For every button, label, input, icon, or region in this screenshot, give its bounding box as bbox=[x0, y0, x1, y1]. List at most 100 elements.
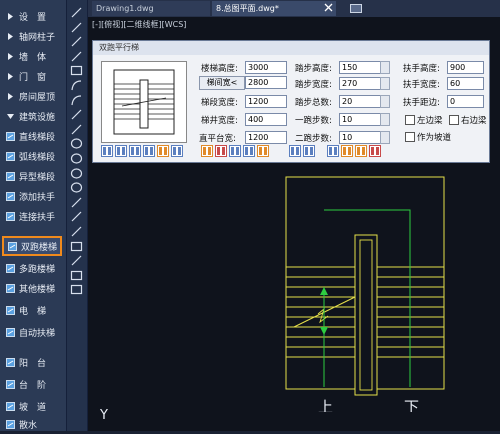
well-width-label: 梯井宽度: bbox=[201, 116, 238, 126]
step-count-spinner[interactable] bbox=[380, 95, 390, 108]
sidebar-item[interactable]: 双跑楼梯 bbox=[2, 236, 62, 256]
stairwell-width-pick-button[interactable]: 梯间宽< bbox=[199, 76, 245, 90]
sidebar-item[interactable]: 直线梯段 bbox=[2, 126, 62, 146]
first-flight-steps-spinner[interactable] bbox=[380, 113, 390, 126]
stair-style-icon[interactable] bbox=[341, 145, 353, 157]
sidebar-item[interactable]: 添加扶手 bbox=[2, 186, 62, 206]
step-height-spinner[interactable] bbox=[380, 61, 390, 74]
stair-style-icon[interactable] bbox=[215, 145, 227, 157]
stair-height-input[interactable]: 3000 bbox=[245, 61, 287, 74]
sidebar-item-label: 自动扶梯 bbox=[19, 328, 56, 339]
image-tool-icon[interactable] bbox=[70, 283, 83, 296]
landing-width-input[interactable]: 1200 bbox=[245, 131, 287, 144]
line-tool-icon[interactable] bbox=[70, 21, 83, 34]
sidebar-item[interactable]: 门 窗 bbox=[2, 66, 62, 86]
flight-width-input[interactable]: 1200 bbox=[245, 95, 287, 108]
gradient-tool-icon[interactable] bbox=[70, 254, 83, 267]
close-icon[interactable] bbox=[324, 3, 333, 12]
handrail-offset-input[interactable]: 0 bbox=[447, 95, 484, 108]
handrail-width-input[interactable]: 60 bbox=[447, 77, 484, 90]
ramp-checkbox[interactable] bbox=[405, 132, 415, 142]
stair-style-icon[interactable] bbox=[157, 145, 169, 157]
stair-style-icon[interactable] bbox=[171, 145, 183, 157]
step-height-input[interactable]: 150 bbox=[339, 61, 381, 74]
stair-style-icon[interactable] bbox=[229, 145, 241, 157]
circle-tool-icon[interactable] bbox=[70, 167, 83, 180]
new-tab-icon[interactable] bbox=[350, 3, 362, 13]
stair-style-icon[interactable] bbox=[327, 145, 339, 157]
table-tool-icon[interactable] bbox=[70, 269, 83, 282]
arc-tool-icon[interactable] bbox=[70, 79, 83, 92]
right-beam-checkbox[interactable] bbox=[449, 115, 459, 125]
hatch-tool-icon[interactable] bbox=[70, 240, 83, 253]
stair-style-icon[interactable] bbox=[243, 145, 255, 157]
first-flight-steps-input[interactable]: 10 bbox=[339, 113, 381, 126]
right-beam-label: 右边梁 bbox=[461, 116, 487, 126]
sidebar-item[interactable]: 房间屋顶 bbox=[2, 86, 62, 106]
stair-style-icon[interactable] bbox=[143, 145, 155, 157]
stair-style-icon[interactable] bbox=[369, 145, 381, 157]
stair-style-icon[interactable] bbox=[257, 145, 269, 157]
stair-style-icon[interactable] bbox=[101, 145, 113, 157]
sidebar-item-label: 连接扶手 bbox=[19, 212, 56, 223]
sidebar-item-label: 坡 道 bbox=[19, 402, 47, 413]
sidebar-item[interactable]: 轴网柱子 bbox=[2, 26, 62, 46]
sidebar-item[interactable]: 阳 台 bbox=[2, 352, 62, 372]
sidebar-item[interactable]: 设 置 bbox=[2, 6, 62, 26]
sidebar-item[interactable]: 台 阶 bbox=[2, 374, 62, 394]
down-arrowhead-icon bbox=[320, 327, 328, 335]
stair-plan-drawing[interactable]: 上 下 bbox=[280, 172, 450, 416]
left-beam-checkbox[interactable] bbox=[405, 115, 415, 125]
tab-active-drawing[interactable]: 8.总图平面.dwg* bbox=[212, 1, 336, 16]
stair-icon bbox=[6, 263, 15, 273]
stair-style-icon[interactable] bbox=[201, 145, 213, 157]
stair-style-icon[interactable] bbox=[355, 145, 367, 157]
second-flight-steps-spinner[interactable] bbox=[380, 131, 390, 144]
arc-tool-icon[interactable] bbox=[70, 94, 83, 107]
insert-block-tool-icon[interactable] bbox=[70, 196, 83, 209]
well-width-input[interactable]: 400 bbox=[245, 113, 287, 126]
sidebar-item[interactable]: 连接扶手 bbox=[2, 206, 62, 226]
sidebar-item[interactable]: 墙 体 bbox=[2, 46, 62, 66]
circle-tool-icon[interactable] bbox=[70, 181, 83, 194]
polygon-tool-icon[interactable] bbox=[70, 50, 83, 63]
sidebar-item[interactable]: 建筑设施 bbox=[2, 106, 62, 126]
second-flight-steps-input[interactable]: 10 bbox=[339, 131, 381, 144]
line-tool-icon[interactable] bbox=[70, 6, 83, 19]
spline-tool-icon[interactable] bbox=[70, 123, 83, 136]
rectangle-tool-icon[interactable] bbox=[70, 64, 83, 77]
sidebar-item[interactable]: 多跑楼梯 bbox=[2, 258, 62, 278]
stairwell-width-input[interactable]: 2800 bbox=[245, 76, 287, 89]
stair-style-icon[interactable] bbox=[115, 145, 127, 157]
sidebar-item[interactable]: 电 梯 bbox=[2, 300, 62, 320]
ellipse-arc-tool-icon[interactable] bbox=[70, 152, 83, 165]
stair-style-icon[interactable] bbox=[303, 145, 315, 157]
sidebar-item[interactable]: 其他楼梯 bbox=[2, 278, 62, 298]
balcony-icon bbox=[6, 357, 15, 367]
stair-well bbox=[354, 234, 378, 396]
stair-height-label: 楼梯高度: bbox=[201, 64, 238, 74]
ellipse-tool-icon[interactable] bbox=[70, 137, 83, 150]
sidebar-item[interactable]: 坡 道 bbox=[2, 396, 62, 416]
sidebar-item-label: 门 窗 bbox=[19, 72, 47, 83]
step-height-label: 踏步高度: bbox=[295, 64, 332, 74]
step-count-input[interactable]: 20 bbox=[339, 95, 381, 108]
step-width-spinner[interactable] bbox=[380, 77, 390, 90]
sidebar-item[interactable]: 弧线梯段 bbox=[2, 146, 62, 166]
viewport-controls[interactable]: [-][俯视][二维线框][WCS] bbox=[92, 19, 186, 30]
tab-drawing1[interactable]: Drawing1.dwg bbox=[92, 1, 210, 16]
handrail-height-input[interactable]: 900 bbox=[447, 61, 484, 74]
point-tool-icon[interactable] bbox=[70, 210, 83, 223]
sidebar-item-label: 弧线梯段 bbox=[19, 152, 56, 163]
step-width-input[interactable]: 270 bbox=[339, 77, 381, 90]
sidebar-item[interactable]: 散水 bbox=[2, 414, 62, 434]
sidebar-item[interactable]: 异型梯段 bbox=[2, 166, 62, 186]
revcloud-tool-icon[interactable] bbox=[70, 108, 83, 121]
rotate-tool-icon[interactable] bbox=[70, 225, 83, 238]
stair-icon bbox=[6, 131, 15, 141]
stair-style-icon[interactable] bbox=[129, 145, 141, 157]
sidebar-item[interactable]: 自动扶梯 bbox=[2, 322, 62, 342]
polyline-tool-icon[interactable] bbox=[70, 35, 83, 48]
stair-style-icon[interactable] bbox=[289, 145, 301, 157]
handrail-icon bbox=[6, 211, 15, 221]
